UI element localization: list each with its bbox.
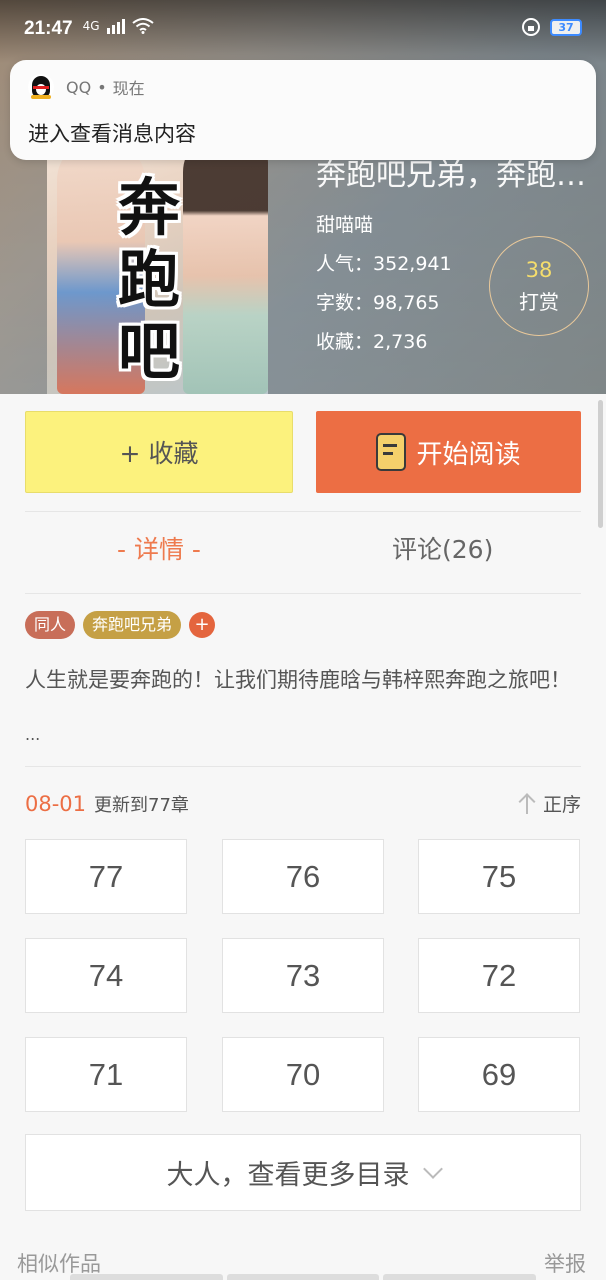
cover-title-char: 奔 [117,171,180,244]
qq-penguin-icon [28,74,54,100]
arrow-up-icon [517,793,537,815]
chapter-button[interactable]: 70 [222,1037,384,1112]
chapter-button[interactable]: 76 [222,839,384,914]
sort-order-button[interactable]: 正序 [517,790,581,817]
reward-button[interactable]: 38 打赏 [489,236,589,336]
cover-title: 奔 跑 吧 [109,172,189,388]
start-reading-label: 开始阅读 [416,439,521,470]
notification-message: 进入查看消息内容 [28,122,196,146]
similar-works-strip [70,1274,537,1280]
stat-label: 字数： [316,292,374,314]
book-icon [376,433,407,471]
divider [25,766,581,767]
notification-app: QQ [66,77,92,97]
start-reading-button[interactable]: 开始阅读 [316,411,581,493]
book-cover[interactable]: 奔 跑 吧 [47,122,268,394]
reward-count: 38 [525,257,553,282]
chapter-button[interactable]: 75 [418,839,580,914]
update-date: 08-01 [25,791,87,816]
wifi-icon [131,18,154,34]
status-time: 21:47 [24,18,73,39]
rotation-lock-icon [522,18,540,36]
notification-separator: • [97,77,107,97]
report-link[interactable]: 举报 [544,1248,586,1278]
more-catalog-label: 大人，查看更多目录 [166,1160,410,1191]
stat-favorites: 收藏：2,736 [316,327,606,354]
sort-order-label: 正序 [542,794,581,816]
stat-value: 352,941 [373,253,452,275]
cover-title-char: 吧 [117,315,180,388]
notification-time: 现在 [112,79,145,98]
chapter-button[interactable]: 69 [418,1037,580,1112]
book-description: 人生就是要奔跑的！让我们期待鹿晗与韩梓熙奔跑之旅吧！ [25,668,571,692]
divider [25,593,581,594]
stat-value: 2,736 [373,331,428,353]
status-right: 37 [522,18,582,36]
tab-comments[interactable]: 评论(26) [392,530,493,566]
stat-value: 98,765 [373,292,440,314]
battery-icon: 37 [550,18,582,36]
chapter-button[interactable]: 71 [25,1037,187,1112]
status-bar: 21:47 4G 37 [0,0,606,58]
scrollbar[interactable] [598,400,603,528]
chevron-down-icon [422,1158,443,1179]
chapter-button[interactable]: 73 [222,938,384,1013]
qq-notification[interactable]: QQ • 现在 进入查看消息内容 [10,60,596,160]
notification-header: QQ • 现在 [28,74,578,100]
tag-series[interactable]: 奔跑吧兄弟 [83,611,182,639]
stat-label: 人气： [316,253,374,275]
chapter-button[interactable]: 77 [25,839,187,914]
description-more[interactable]: ... [25,725,40,744]
cover-figure-right [183,132,268,394]
divider [25,511,581,512]
book-author[interactable]: 甜喵喵 [316,210,606,237]
reward-label: 打赏 [519,289,559,314]
update-row: 08-01 更新到77章 正序 [25,790,581,817]
signal-type: 4G [82,19,100,33]
chapter-button[interactable]: 74 [25,938,187,1013]
signal-icon [106,19,125,34]
tag-list: 同人 奔跑吧兄弟 + [25,611,216,639]
tag-tongren[interactable]: 同人 [25,611,76,639]
update-text: 更新到77章 [94,794,189,816]
stat-label: 收藏： [316,331,374,353]
status-signal-icons: 4G [83,18,154,34]
more-catalog-button[interactable]: 大人，查看更多目录 [25,1134,581,1211]
collect-button[interactable]: + 收藏 [25,411,293,493]
add-tag-button[interactable]: + [189,612,216,638]
cover-title-char: 跑 [117,243,180,316]
chapter-button[interactable]: 72 [418,938,580,1013]
tab-detail[interactable]: - 详情 - [117,530,201,566]
